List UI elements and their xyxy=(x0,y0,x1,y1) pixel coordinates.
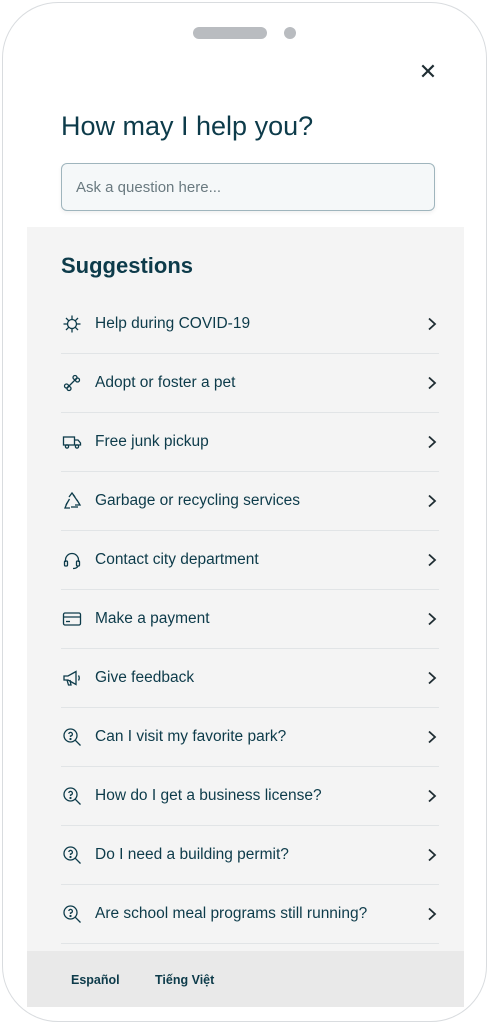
megaphone-icon xyxy=(61,667,83,689)
chevron-right-icon xyxy=(425,435,439,449)
chevron-right-icon xyxy=(425,376,439,390)
suggestion-item-junk[interactable]: Free junk pickup xyxy=(61,413,439,472)
suggestion-label: Do I need a building permit? xyxy=(95,846,289,863)
suggestion-label: Help during COVID-19 xyxy=(95,315,251,332)
chevron-right-icon xyxy=(425,612,439,626)
suggestion-item-payment[interactable]: Make a payment xyxy=(61,590,439,649)
recycle-icon xyxy=(61,490,83,512)
search-question-icon xyxy=(61,785,83,807)
search-question-icon xyxy=(61,903,83,925)
truck-icon xyxy=(61,431,83,453)
suggestion-item-park[interactable]: Can I visit my favorite park? xyxy=(61,708,439,767)
search-input[interactable] xyxy=(61,163,435,211)
headset-icon xyxy=(61,549,83,571)
language-footer: Español Tiếng Việt xyxy=(27,951,464,1007)
suggestion-label: Adopt or foster a pet xyxy=(95,374,236,391)
search-question-icon xyxy=(61,844,83,866)
suggestion-label: Give feedback xyxy=(95,669,195,686)
language-link-espanol[interactable]: Español xyxy=(71,973,120,987)
suggestion-item-pet[interactable]: Adopt or foster a pet xyxy=(61,354,439,413)
suggestion-label: Free junk pickup xyxy=(95,433,209,450)
suggestions-list: Help during COVID-19 Adopt or foster a p… xyxy=(61,295,439,944)
suggestion-item-covid[interactable]: Help during COVID-19 xyxy=(61,295,439,354)
phone-frame: ✕ How may I help you? Suggestions Help d… xyxy=(2,2,487,1022)
chevron-right-icon xyxy=(425,671,439,685)
chevron-right-icon xyxy=(425,907,439,921)
chevron-right-icon xyxy=(425,494,439,508)
suggestion-label: Garbage or recycling services xyxy=(95,492,301,509)
camera-dot xyxy=(284,27,296,39)
chevron-right-icon xyxy=(425,848,439,862)
close-button[interactable]: ✕ xyxy=(415,59,441,85)
suggestion-label: Are school meal programs still running? xyxy=(95,905,368,922)
suggestion-item-feedback[interactable]: Give feedback xyxy=(61,649,439,708)
language-link-vietnamese[interactable]: Tiếng Việt xyxy=(155,973,214,987)
suggestion-label: Contact city department xyxy=(95,551,259,568)
chevron-right-icon xyxy=(425,789,439,803)
speaker-grille xyxy=(193,27,267,39)
chevron-right-icon xyxy=(425,553,439,567)
chevron-right-icon xyxy=(425,317,439,331)
suggestion-item-building-permit[interactable]: Do I need a building permit? xyxy=(61,826,439,885)
credit-card-icon xyxy=(61,608,83,630)
suggestion-item-school-meals[interactable]: Are school meal programs still running? xyxy=(61,885,439,944)
suggestion-label: Can I visit my favorite park? xyxy=(95,728,287,745)
suggestion-label: How do I get a business license? xyxy=(95,787,322,804)
suggestion-item-garbage[interactable]: Garbage or recycling services xyxy=(61,472,439,531)
suggestion-label: Make a payment xyxy=(95,610,210,627)
chevron-right-icon xyxy=(425,730,439,744)
suggestion-item-contact[interactable]: Contact city department xyxy=(61,531,439,590)
suggestions-heading: Suggestions xyxy=(61,253,194,278)
page-title: How may I help you? xyxy=(61,111,314,141)
suggestions-panel: Suggestions Help during COVID-19 Adopt o… xyxy=(27,227,464,951)
virus-icon xyxy=(61,313,83,335)
suggestion-item-business-license[interactable]: How do I get a business license? xyxy=(61,767,439,826)
search-question-icon xyxy=(61,726,83,748)
close-icon: ✕ xyxy=(418,59,438,84)
bone-icon xyxy=(61,372,83,394)
